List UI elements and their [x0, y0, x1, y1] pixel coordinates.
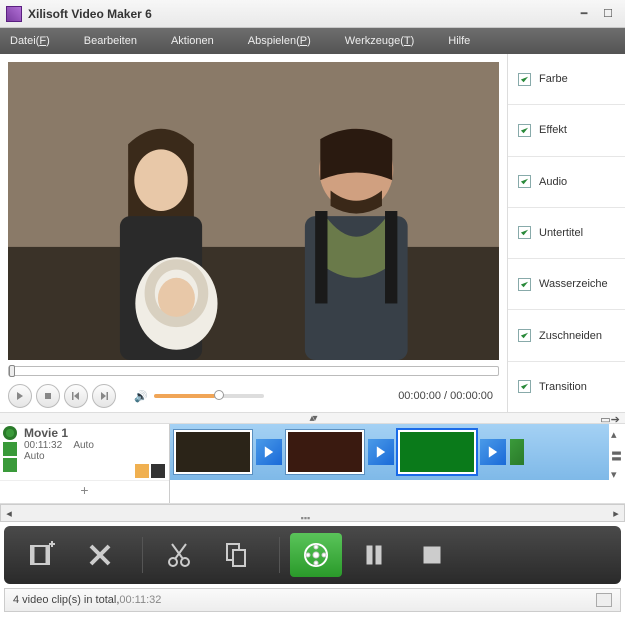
audio-track-icon	[3, 458, 17, 472]
splitter[interactable]: ▴▾ ▭➔	[0, 412, 625, 424]
side-label: Farbe	[539, 73, 568, 85]
movie-mode: Auto	[73, 440, 94, 451]
scroll-up-icon[interactable]: ▴	[611, 428, 623, 440]
text-track-icon	[3, 442, 17, 456]
side-transition[interactable]: Transition	[508, 362, 625, 412]
window-title: Xilisoft Video Maker 6	[28, 7, 571, 21]
side-color[interactable]: Farbe	[508, 54, 625, 105]
badge-icon[interactable]	[135, 464, 149, 478]
video-track-icon	[3, 426, 17, 440]
scroll-grip-icon[interactable]: ▪▪▪	[301, 513, 311, 523]
volume-knob[interactable]	[214, 390, 224, 400]
menu-file[interactable]: Datei(F)	[10, 35, 50, 47]
side-watermark[interactable]: Wasserzeiche	[508, 259, 625, 310]
side-effect[interactable]: Effekt	[508, 105, 625, 156]
transition-icon[interactable]	[480, 439, 506, 465]
add-media-button[interactable]	[16, 533, 68, 577]
menu-help[interactable]: Hilfe	[448, 35, 470, 47]
side-crop[interactable]: Zuschneiden	[508, 310, 625, 361]
side-label: Audio	[539, 176, 567, 188]
menu-play[interactable]: Abspielen(P)	[248, 35, 311, 47]
splitter-grip-icon: ▴▾	[309, 413, 315, 424]
timeline-side-controls: ▴ 〓 ▾	[609, 424, 625, 503]
render-button[interactable]	[290, 533, 342, 577]
toolbar-separator	[142, 537, 143, 573]
scroll-down-icon[interactable]: ▾	[611, 468, 623, 480]
clip-thumbnail[interactable]	[174, 430, 252, 474]
transition-icon[interactable]	[256, 439, 282, 465]
preview-frame[interactable]	[8, 62, 499, 360]
badge-icon[interactable]	[151, 464, 165, 478]
horizontal-scrollbar[interactable]: ◂ ▪▪▪ ▸	[0, 504, 625, 522]
minimize-button[interactable]: ━	[573, 5, 595, 23]
menu-actions[interactable]: Aktionen	[171, 35, 214, 47]
movie-mode2: Auto	[24, 451, 165, 462]
title-bar: Xilisoft Video Maker 6 ━ ☐	[0, 0, 625, 28]
movie-info[interactable]: Movie 1 00:11:32 Auto Auto	[20, 424, 169, 480]
volume-control: 🔊	[134, 390, 264, 403]
scroll-left-icon[interactable]: ◂	[1, 505, 17, 521]
clip-thumbnail[interactable]	[286, 430, 364, 474]
menu-bar: Datei(F) Bearbeiten Aktionen Abspielen(P…	[0, 28, 625, 54]
speaker-icon[interactable]: 🔊	[134, 390, 148, 403]
side-label: Effekt	[539, 124, 567, 136]
side-audio[interactable]: Audio	[508, 157, 625, 208]
prev-button[interactable]	[64, 384, 88, 408]
side-label: Zuschneiden	[539, 330, 602, 342]
seek-knob[interactable]	[9, 365, 15, 377]
track-type-icons	[0, 424, 20, 480]
status-duration: 00:11:32	[119, 594, 161, 606]
side-subtitle[interactable]: Untertitel	[508, 208, 625, 259]
timeline-header: Movie 1 00:11:32 Auto Auto +	[0, 424, 170, 503]
timeline-track[interactable]	[170, 424, 609, 503]
playback-controls: 🔊 00:00:00 / 00:00:00	[8, 380, 499, 412]
main-toolbar	[4, 526, 621, 584]
cut-button[interactable]	[153, 533, 205, 577]
collapse-icon[interactable]: 〓	[611, 448, 623, 460]
check-icon	[518, 124, 531, 137]
transition-icon[interactable]	[368, 439, 394, 465]
side-label: Untertitel	[539, 227, 583, 239]
time-display: 00:00:00 / 00:00:00	[398, 390, 499, 402]
preview-image	[8, 62, 499, 360]
stop-button[interactable]	[36, 384, 60, 408]
check-icon	[518, 226, 531, 239]
scroll-right-icon[interactable]: ▸	[608, 505, 624, 521]
add-track-button[interactable]: +	[0, 480, 169, 502]
movie-name: Movie 1	[24, 426, 165, 440]
movie-duration: 00:11:32	[24, 440, 62, 451]
clip-thumbnail[interactable]	[398, 430, 476, 474]
transition-icon[interactable]	[510, 439, 524, 465]
check-icon	[518, 175, 531, 188]
stop-render-button[interactable]	[406, 533, 458, 577]
copy-button[interactable]	[211, 533, 263, 577]
check-icon	[518, 73, 531, 86]
toolbar-separator	[279, 537, 280, 573]
timeline: Movie 1 00:11:32 Auto Auto + ▴ 〓 ▾	[0, 424, 625, 504]
preview-pane: 🔊 00:00:00 / 00:00:00	[0, 54, 507, 412]
check-icon	[518, 278, 531, 291]
side-panel: Farbe Effekt Audio Untertitel Wasserzeic…	[507, 54, 625, 412]
volume-slider[interactable]	[154, 394, 264, 398]
pause-button[interactable]	[348, 533, 400, 577]
status-bar: 4 video clip(s) in total, 00:11:32	[4, 588, 621, 612]
side-label: Wasserzeiche	[539, 278, 608, 290]
check-icon	[518, 329, 531, 342]
app-logo-icon	[6, 6, 22, 22]
next-button[interactable]	[92, 384, 116, 408]
status-menu-icon[interactable]	[596, 593, 612, 607]
maximize-button[interactable]: ☐	[597, 5, 619, 23]
check-icon	[518, 380, 531, 393]
status-text: 4 video clip(s) in total,	[13, 594, 119, 606]
seek-bar[interactable]	[8, 366, 499, 376]
side-label: Transition	[539, 381, 587, 393]
play-button[interactable]	[8, 384, 32, 408]
menu-tools[interactable]: Werkzeuge(T)	[345, 35, 415, 47]
menu-edit[interactable]: Bearbeiten	[84, 35, 137, 47]
delete-button[interactable]	[74, 533, 126, 577]
